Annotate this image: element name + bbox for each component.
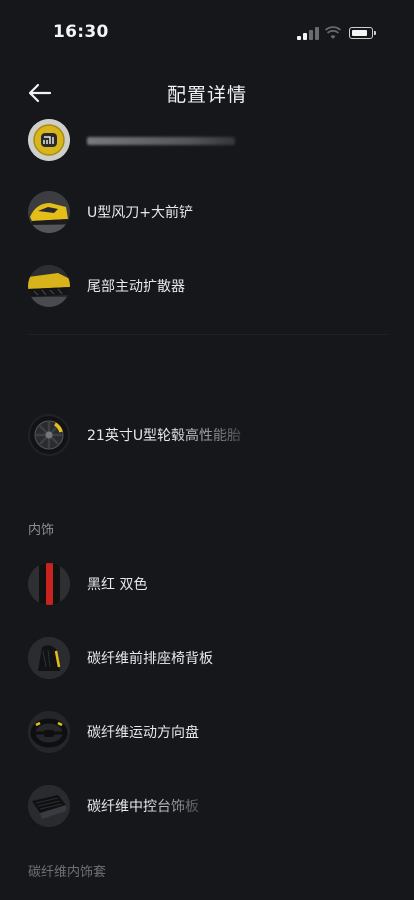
divider [28, 334, 388, 335]
carbon-center-console-thumbnail [28, 785, 70, 827]
wheel-yellow-caliper-thumbnail [28, 414, 70, 456]
list-item-rear-diffuser[interactable]: 尾部主动扩散器 [28, 265, 388, 309]
list-item-color-scheme[interactable]: 黑红 双色 [28, 563, 388, 607]
item-label: 尾部主动扩散器 [87, 279, 185, 295]
carbon-steering-wheel-thumbnail [28, 711, 70, 753]
list-item-wheels[interactable]: 21英寸U型轮毂高性能胎 [28, 414, 388, 458]
item-label: 碳纤维中控台饰板 [87, 799, 199, 815]
xiaomi-logo-thumbnail [28, 119, 70, 161]
car-rear-diffuser-thumbnail [28, 265, 70, 307]
cellular-signal-icon [297, 27, 319, 40]
yellow-car-front-thumbnail [28, 191, 70, 233]
status-bar: 16:30 [0, 0, 414, 60]
page-title: 配置详情 [166, 84, 247, 106]
black-red-swatch-thumbnail [28, 563, 70, 605]
carbon-seat-back-thumbnail [28, 637, 70, 679]
list-item-badge[interactable] [28, 119, 388, 163]
list-item-center-console[interactable]: 碳纤维中控台饰板 [28, 785, 388, 829]
item-label: 碳纤维运动方向盘 [87, 725, 199, 741]
list-item-front-aero[interactable]: U型风刀+大前铲 [28, 191, 388, 235]
wifi-icon [325, 26, 341, 39]
item-label: 21英寸U型轮毂高性能胎 [87, 428, 242, 444]
list-item-seat-back[interactable]: 碳纤维前排座椅背板 [28, 637, 388, 681]
redacted-label [87, 137, 235, 145]
list-item-steering-wheel[interactable]: 碳纤维运动方向盘 [28, 711, 388, 755]
battery-icon [349, 27, 376, 39]
status-time: 16:30 [53, 22, 109, 42]
item-label: 黑红 双色 [87, 577, 148, 593]
item-label: 碳纤维前排座椅背板 [87, 651, 213, 667]
section-title-interior: 内饰 [28, 523, 55, 538]
battery-level [351, 29, 367, 36]
section-title-carbon-kit: 碳纤维内饰套 [28, 865, 107, 880]
nav-bar: 配置详情 [0, 70, 414, 116]
item-label: U型风刀+大前铲 [87, 205, 193, 221]
